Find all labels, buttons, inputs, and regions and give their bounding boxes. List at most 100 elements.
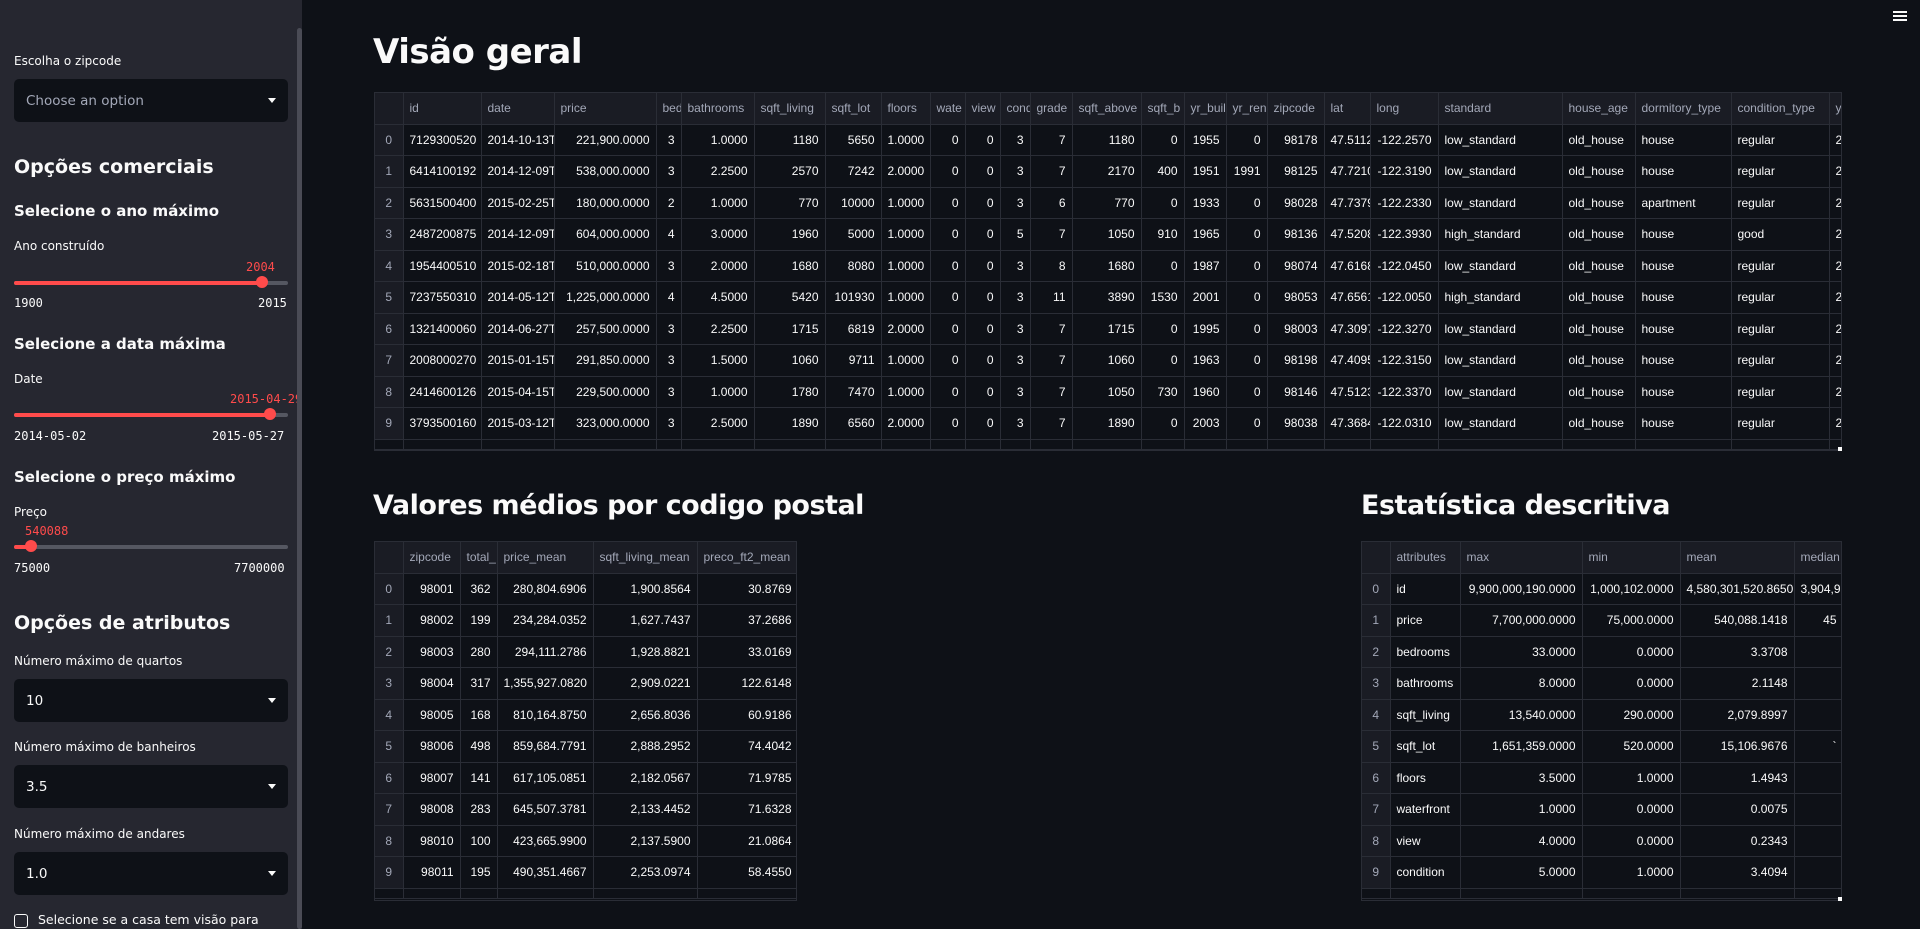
table-cell[interactable]: 1951 [1184,155,1227,188]
table-cell[interactable]: 1,355,927.0820 [497,667,594,700]
table-cell[interactable]: 362 [460,573,498,605]
table-cell[interactable]: 0.0000 [1582,667,1681,700]
table-cell[interactable]: 730 [1141,376,1185,408]
table-cell[interactable]: 2015-02-25T [481,187,555,219]
table-cell[interactable]: 1715 [1072,313,1142,345]
table-cell[interactable]: 3 [1000,281,1031,314]
year-slider-thumb[interactable] [256,276,268,288]
table-cell[interactable]: 1955 [1184,124,1227,156]
table-row[interactable]: 9 condition 5.0000 1.0000 3.4094 [1362,856,1841,889]
table-cell[interactable]: house [1635,218,1732,251]
descriptive-table[interactable]: attributes max min mean median 0 id 9,900,000,1… [1361,541,1842,901]
table-cell[interactable]: regular [1731,313,1830,345]
table-cell[interactable]: -122.3150 [1370,344,1439,377]
table-cell[interactable]: old_house [1562,376,1636,408]
table-cell[interactable]: house [1635,407,1732,440]
table-row[interactable]: 6 98007 141 617,105.0851 2,182.0567 71.9785 [375,762,796,794]
date-slider-thumb[interactable] [264,408,276,420]
column-header[interactable]: wate [930,93,966,125]
table-row[interactable]: 7 waterfront 1.0000 0.0000 0.0075 [1362,793,1841,826]
table-cell[interactable]: -122.3270 [1370,313,1439,345]
table-row[interactable]: 0 7129300520 2014-10-13T 221,900.0000 3 1.000… [375,124,1841,156]
table-cell[interactable]: 4.5000 [681,281,755,314]
table-cell[interactable]: 770 [754,187,826,219]
table-cell[interactable]: 291,850.0000 [554,344,657,377]
table-cell[interactable]: regular [1731,376,1830,408]
table-cell[interactable]: high_standard [1438,281,1563,314]
table-cell[interactable]: 280 [460,636,498,668]
table-cell[interactable]: 2014-12-09T [481,155,555,188]
table-cell[interactable]: 98178 [1267,124,1325,156]
table-row[interactable]: 6 1321400060 2014-06-27T 257,500.0000 3 2.250… [375,313,1841,345]
table-cell[interactable]: 1,651,359.0000 [1460,730,1583,763]
table-cell[interactable]: 2.0000 [881,313,931,345]
table-cell[interactable]: 98005 [403,699,461,731]
table-cell[interactable]: -122.2570 [1370,124,1439,156]
table-cell[interactable]: 141 [460,762,498,794]
table-cell[interactable]: regular [1731,250,1830,282]
table-cell[interactable]: regular [1731,281,1830,314]
table-cell[interactable]: good [1731,218,1830,251]
table-cell[interactable]: regular [1731,124,1830,156]
table-cell[interactable]: 540,088.1418 [1680,604,1795,637]
resize-handle[interactable] [1838,897,1842,901]
table-cell[interactable]: 1050 [1072,376,1142,408]
table-cell[interactable]: house [1635,313,1732,345]
table-cell[interactable]: 2,182.0567 [593,762,698,794]
table-cell[interactable]: regular [1731,407,1830,440]
table-cell[interactable]: 33.0000 [1460,636,1583,668]
table-cell[interactable]: 1963 [1184,344,1227,377]
table-cell[interactable]: 0 [1226,407,1268,440]
table-cell[interactable]: -122.0310 [1370,407,1439,440]
table-cell[interactable]: 3 [1000,313,1031,345]
table-cell[interactable]: old_house [1562,313,1636,345]
table-cell[interactable]: 645,507.3781 [497,793,594,826]
table-cell[interactable]: 2003 [1184,407,1227,440]
table-cell[interactable]: 4,580,301,520.8650 [1680,573,1795,605]
table-cell[interactable]: 3 [1000,344,1031,377]
table-cell[interactable]: 0 [965,407,1001,440]
table-cell[interactable]: 0 [930,250,966,282]
table-cell[interactable]: 3 [656,376,682,408]
table-cell[interactable]: 0 [965,155,1001,188]
table-cell[interactable]: apartment [1635,187,1732,219]
table-cell[interactable]: 0 [965,250,1001,282]
table-cell[interactable]: 13,540.0000 [1460,699,1583,731]
table-cell[interactable]: 2014-10-13T [481,124,555,156]
table-cell[interactable]: 1965 [1184,218,1227,251]
table-cell[interactable]: 7 [1030,376,1073,408]
column-header[interactable]: condition_type [1731,93,1830,125]
table-cell[interactable]: 2.0000 [881,155,931,188]
table-cell[interactable]: 290.0000 [1582,699,1681,731]
table-cell[interactable]: old_house [1562,344,1636,377]
table-cell[interactable]: old_house [1562,155,1636,188]
table-cell[interactable]: 3.0000 [681,218,755,251]
table-cell[interactable]: 0 [930,407,966,440]
table-cell[interactable]: 47.4095 [1324,344,1371,377]
table-cell[interactable]: 0 [1141,250,1185,282]
table-cell[interactable]: 199 [460,604,498,637]
table-cell[interactable]: -122.3190 [1370,155,1439,188]
table-cell[interactable]: 47.3097 [1324,313,1371,345]
table-cell[interactable]: 0.2343 [1680,825,1795,857]
table-cell[interactable]: bathrooms [1390,667,1461,700]
table-cell[interactable]: 2015-04-15T [481,376,555,408]
table-row[interactable]: 1 6414100192 2014-12-09T 538,000.0000 3 2.250… [375,155,1841,188]
table-cell[interactable]: 98146 [1267,376,1325,408]
table-cell[interactable]: 2001 [1184,281,1227,314]
table-cell[interactable]: old_house [1562,218,1636,251]
table-cell[interactable]: 98074 [1267,250,1325,282]
table-cell[interactable]: 71.9785 [697,762,796,794]
table-cell[interactable]: 75,000.0000 [1582,604,1681,637]
table-cell[interactable]: 1960 [1184,376,1227,408]
table-cell[interactable]: 3 [656,124,682,156]
overview-table[interactable]: iddatepricebedrbathroomssqft_livingsqft_… [374,92,1842,451]
table-cell[interactable]: 98028 [1267,187,1325,219]
table-cell[interactable]: 1,225,000.0000 [554,281,657,314]
table-cell[interactable]: 47.5208 [1324,218,1371,251]
table-cell[interactable]: 859,684.7791 [497,730,594,763]
column-header[interactable]: sqft_living_mean [593,542,698,574]
table-cell[interactable]: 257,500.0000 [554,313,657,345]
table-cell[interactable]: 201 [1829,218,1841,251]
table-cell[interactable]: 498 [460,730,498,763]
